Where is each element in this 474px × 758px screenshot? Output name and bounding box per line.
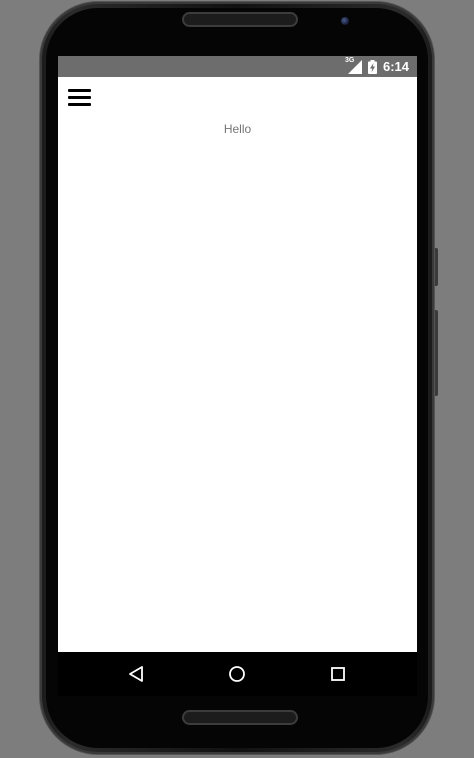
app-content: Hello [58,77,417,652]
emulator-background: 3G 6:14 Hello [0,0,474,758]
battery-charging-icon [367,59,377,74]
clock-time: 6:14 [382,59,409,74]
home-circle-icon[interactable] [225,662,249,686]
back-triangle-icon[interactable] [124,662,148,686]
signal-strength-icon: 3G [344,56,362,74]
status-icons: 3G 6:14 [344,56,409,77]
menu-bar-middle [68,96,91,99]
front-camera [341,17,349,25]
power-button[interactable] [434,248,438,286]
menu-bar-bottom [68,103,91,106]
navigation-bar [58,652,417,696]
bottom-speaker [184,712,296,723]
hello-text: Hello [223,122,252,136]
device-screen: 3G 6:14 Hello [58,56,417,696]
hamburger-menu-icon[interactable] [68,89,92,109]
top-speaker [184,14,296,25]
status-bar: 3G 6:14 [58,56,417,77]
network-type-label: 3G [344,56,355,64]
menu-bar-top [68,89,91,92]
recents-square-icon[interactable] [326,662,350,686]
volume-button[interactable] [434,310,438,396]
